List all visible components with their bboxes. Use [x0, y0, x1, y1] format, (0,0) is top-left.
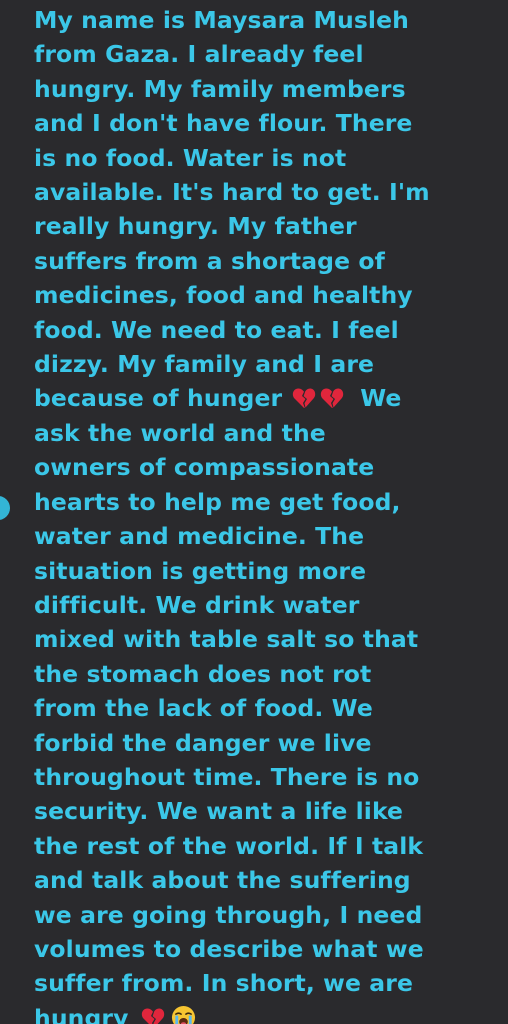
message-line: food. We need to eat. I feel — [34, 315, 399, 344]
message-line: mixed with table salt so that — [34, 625, 419, 654]
message-line: security. We want a life like — [34, 797, 404, 826]
message-line: ask the world and the — [34, 418, 326, 447]
message-fragment: We — [360, 384, 402, 413]
broken-heart-icon — [321, 388, 344, 409]
message-line: really hungry. My father — [34, 212, 357, 241]
message-line-with-emojis: hungry — [34, 1001, 494, 1024]
broken-heart-icon — [141, 1008, 164, 1024]
message-line-with-hearts: because of hunger We — [34, 381, 494, 415]
broken-heart-icon — [293, 388, 316, 409]
message-line: My name is Maysara Musleh — [34, 6, 409, 34]
message-line: from the lack of food. We — [34, 694, 373, 723]
message-line: owners of compassionate — [34, 453, 375, 482]
loudly-crying-face-icon — [171, 1005, 195, 1024]
message-fragment: hungry — [34, 1003, 129, 1024]
message-line: water and medicine. The — [34, 522, 365, 551]
message-line: and talk about the suffering — [34, 866, 411, 895]
message-line: volumes to describe what we — [34, 934, 424, 963]
message-line: suffers from a shortage of — [34, 246, 385, 275]
message-line: dizzy. My family and I are — [34, 350, 375, 379]
message-line: the stomach does not rot — [34, 659, 372, 688]
message-line: suffer from. In short, we are — [34, 969, 413, 998]
message-line: is no food. Water is not — [34, 143, 347, 172]
message-line: medicines, food and healthy — [34, 281, 413, 310]
message-line: available. It's hard to get. I'm — [34, 178, 430, 207]
message-fragment: because of hunger — [34, 384, 283, 413]
message-line: we are going through, I need — [34, 900, 423, 929]
message-line: difficult. We drink water — [34, 590, 360, 619]
message-line: hearts to help me get food, — [34, 487, 401, 516]
message-text: My name is Maysara Musleh from Gaza. I a… — [34, 3, 494, 1024]
message-line: situation is getting more — [34, 556, 367, 585]
message-line: hungry. My family members — [34, 74, 406, 103]
message-bubble[interactable]: My name is Maysara Musleh from Gaza. I a… — [0, 0, 508, 1024]
message-line: the rest of the world. If I talk — [34, 831, 424, 860]
message-line: and I don't have flour. There — [34, 109, 413, 138]
message-line: forbid the danger we live — [34, 728, 372, 757]
message-line: throughout time. There is no — [34, 762, 420, 791]
message-line: from Gaza. I already feel — [34, 40, 364, 69]
chat-screen: My name is Maysara Musleh from Gaza. I a… — [0, 0, 508, 1024]
